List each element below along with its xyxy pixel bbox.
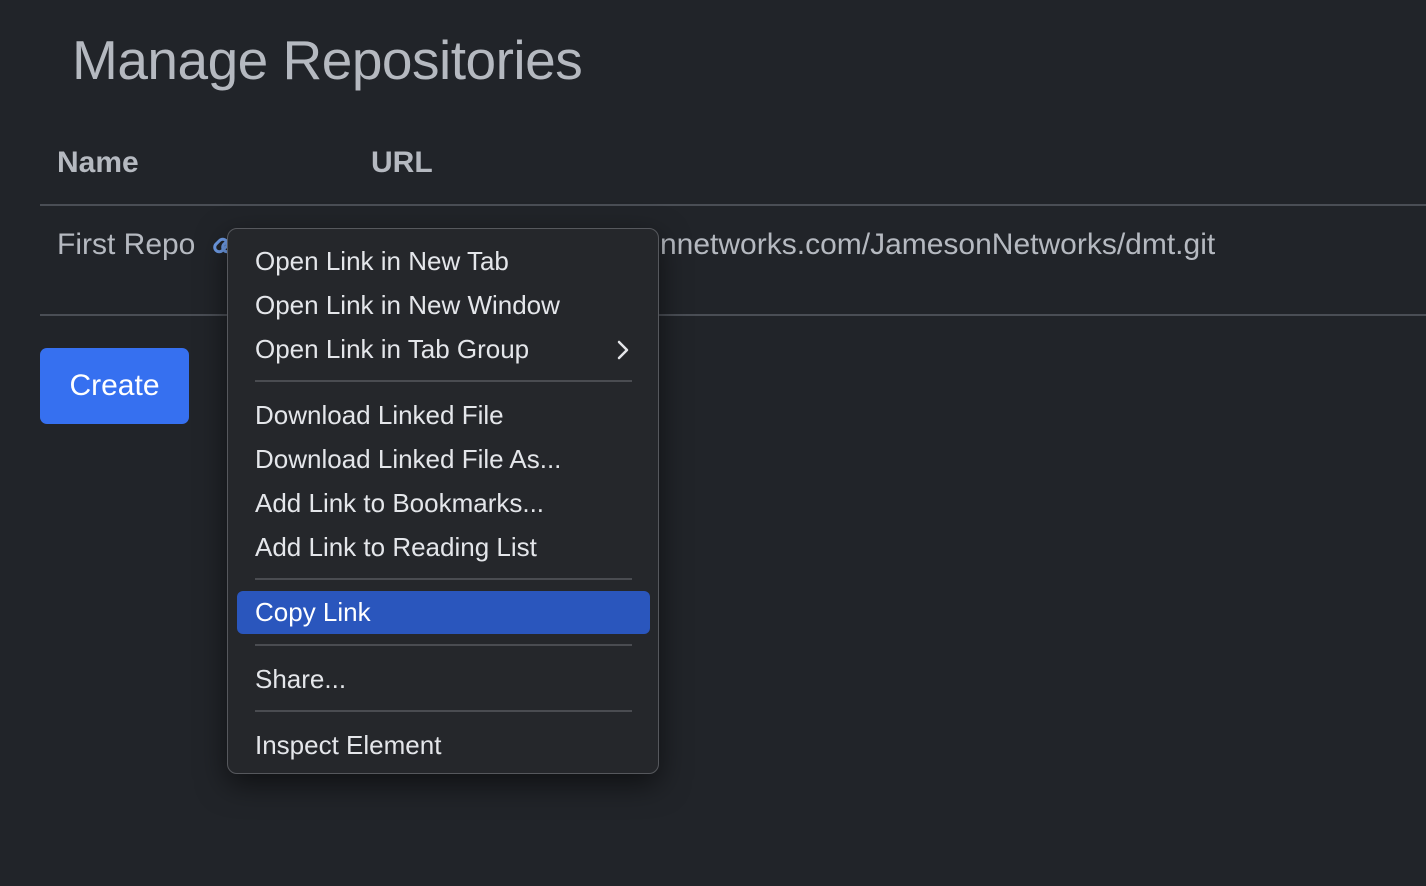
menu-item-label: Open Link in New Window [255,290,560,320]
menu-item-label: Add Link to Reading List [255,532,537,562]
menu-item-open-link-tab-group[interactable]: Open Link in Tab Group [237,328,650,371]
manage-repositories-page: Manage Repositories Name URL First Repo … [0,0,1426,886]
menu-item-label: Copy Link [255,597,371,627]
menu-item-add-link-to-bookmarks[interactable]: Add Link to Bookmarks... [237,482,650,525]
table-header: Name URL [40,140,1426,206]
menu-item-label: Download Linked File As... [255,444,562,474]
menu-item-copy-link[interactable]: Copy Link [237,591,650,634]
column-header-url: URL [371,146,433,179]
menu-item-label: Open Link in Tab Group [255,334,530,364]
menu-item-label: Inspect Element [255,730,442,760]
menu-item-label: Share... [255,664,347,694]
context-menu: Open Link in New Tab Open Link in New Wi… [227,228,659,774]
menu-item-download-linked-file[interactable]: Download Linked File [237,394,650,437]
menu-separator [255,644,632,646]
page-title: Manage Repositories [72,29,583,91]
menu-item-add-link-to-reading-list[interactable]: Add Link to Reading List [237,526,650,569]
menu-item-share[interactable]: Share... [237,658,650,701]
menu-separator [255,710,632,712]
repo-name-cell: First Repo [57,228,196,261]
menu-item-download-linked-file-as[interactable]: Download Linked File As... [237,438,650,481]
repo-url-link[interactable]: nnetworks.com/JamesonNetworks/dmt.git [660,228,1215,262]
menu-item-open-link-new-window[interactable]: Open Link in New Window [237,284,650,327]
menu-separator [255,380,632,382]
menu-item-inspect-element[interactable]: Inspect Element [237,724,650,767]
create-button[interactable]: Create [40,348,189,424]
menu-item-label: Add Link to Bookmarks... [255,488,545,518]
chevron-right-icon [617,340,629,360]
column-header-name: Name [57,146,139,179]
menu-item-open-link-new-tab[interactable]: Open Link in New Tab [237,240,650,283]
menu-item-label: Download Linked File [255,400,504,430]
menu-item-label: Open Link in New Tab [255,246,509,276]
menu-separator [255,578,632,580]
